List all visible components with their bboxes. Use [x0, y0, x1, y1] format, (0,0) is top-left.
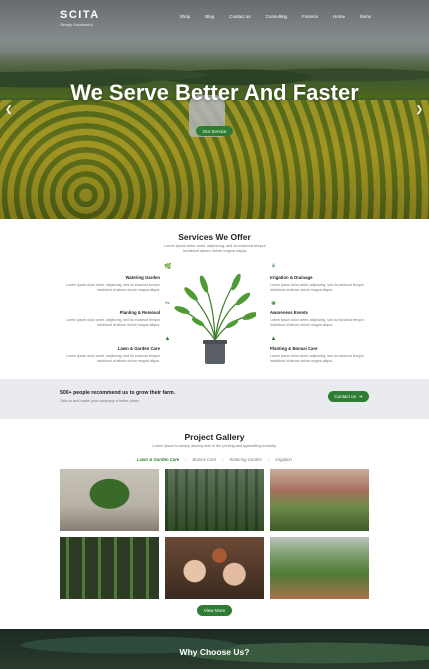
nav-item-blog[interactable]: Blog — [205, 14, 214, 19]
nav-item-consulting[interactable]: Consulting — [266, 14, 287, 19]
view-more-button[interactable]: View More — [197, 605, 232, 616]
service-item: 🌿 Watering Garden Lorem ipsum dolor amet… — [64, 264, 171, 293]
pine-tree-icon: ▲ — [270, 336, 277, 342]
gallery-filters: Lawn & Garden Care / Bonsai Care / Water… — [137, 457, 292, 462]
contact-us-button[interactable]: Contact us ➜ — [328, 391, 369, 402]
service-desc: Lorem ipsum dolor amet, adipiscing, sed … — [270, 318, 364, 327]
brand-name: SCITA — [60, 9, 100, 21]
filter-irrigation[interactable]: Irrigation — [275, 457, 292, 462]
services-title: Services We Offer — [178, 232, 251, 242]
filter-lawn-garden-care[interactable]: Lawn & Garden Care — [137, 457, 179, 462]
service-item: ❀ Awareness Events Lorem ipsum dolor ame… — [270, 301, 366, 328]
service-item: ✂ Planting & Removal Lorem ipsum dolor a… — [64, 301, 170, 328]
service-desc: Lorem ipsum dolor amet, adipiscing, sed … — [66, 354, 160, 363]
plant-icon: ⚘ — [270, 264, 277, 270]
gallery-image-garden-path[interactable] — [270, 537, 369, 599]
service-title: Planting & Removal — [119, 310, 160, 315]
nav-item-contact[interactable]: Contact us — [229, 14, 251, 19]
service-title: Planting & Bonsai Care — [270, 346, 318, 351]
chevron-left-icon[interactable]: ❮ — [5, 104, 13, 115]
gallery-image-seedlings[interactable] — [60, 537, 159, 599]
service-desc: Lorem ipsum dolor amet, adipiscing, sed … — [66, 283, 160, 292]
nav-item-items[interactable]: Items — [360, 14, 371, 19]
gallery-title: Project Gallery — [184, 432, 245, 442]
service-title: Irrigation & Drainage — [270, 275, 313, 280]
service-desc: Lorem ipsum dolor amet, adipiscing, sed … — [270, 354, 364, 363]
main-nav: Shop Blog Contact us Consulting Finance … — [180, 14, 371, 19]
gallery-image-greenhouse[interactable] — [165, 469, 264, 531]
service-item: ⚘ Irrigation & Drainage Lorem ipsum dolo… — [270, 264, 366, 293]
why-title: Why Choose Us? — [179, 647, 250, 657]
logo[interactable]: SCITA Simply Successful — [60, 9, 100, 27]
gallery-image-bonsai[interactable] — [60, 469, 159, 531]
service-item: ▲ Planting & Bonsai Care Lorem ipsum dol… — [270, 336, 366, 364]
gallery-subtitle: Lorem ipsum is simply dummy text of the … — [152, 444, 277, 448]
hero-banner — [0, 0, 429, 219]
service-title: Awareness Events — [270, 310, 308, 315]
filter-watering-garden[interactable]: Watering Garden — [229, 457, 262, 462]
nav-item-shop[interactable]: Shop — [180, 14, 191, 19]
contact-us-label: Contact us — [334, 394, 356, 399]
filter-bonsai-care[interactable]: Bonsai Care — [193, 457, 217, 462]
service-title: Watering Garden — [125, 275, 160, 280]
chevron-right-icon[interactable]: ❯ — [415, 104, 423, 115]
gallery-image-gardener[interactable] — [270, 469, 369, 531]
cta-subtext: Join us and make your company a better p… — [60, 399, 140, 403]
hero-title: We Serve Better And Faster — [70, 80, 359, 105]
service-item: ▲ Lawn & Garden Care Lorem ipsum dolor a… — [64, 336, 170, 364]
service-desc: Lorem ipsum dolor amet, adipiscing, sed … — [66, 318, 160, 327]
brand-tagline: Simply Successful — [60, 22, 93, 27]
scissors-icon: ✂ — [164, 301, 171, 307]
cta-headline: 500+ people recommend us to grow their f… — [60, 390, 176, 396]
services-subtitle: Lorem ipsum dolor amet, adipiscing, sed … — [164, 244, 266, 253]
leaves-icon: ❀ — [270, 301, 277, 307]
nav-item-finance[interactable]: Finance — [302, 14, 318, 19]
service-desc: Lorem ipsum dolor amet, adipiscing, sed … — [270, 283, 364, 292]
leaf-icon: 🌿 — [164, 264, 172, 270]
our-service-button[interactable]: Our Service — [196, 126, 233, 136]
tree-icon: ▲ — [164, 336, 171, 342]
potted-plant-image — [174, 273, 256, 364]
arrow-right-icon: ➜ — [358, 393, 363, 399]
why-choose-us-section: Why Choose Us? — [0, 629, 429, 669]
nav-item-home[interactable]: Home — [333, 14, 345, 19]
gallery-image-potting[interactable] — [165, 537, 264, 599]
service-title: Lawn & Garden Care — [117, 346, 160, 351]
